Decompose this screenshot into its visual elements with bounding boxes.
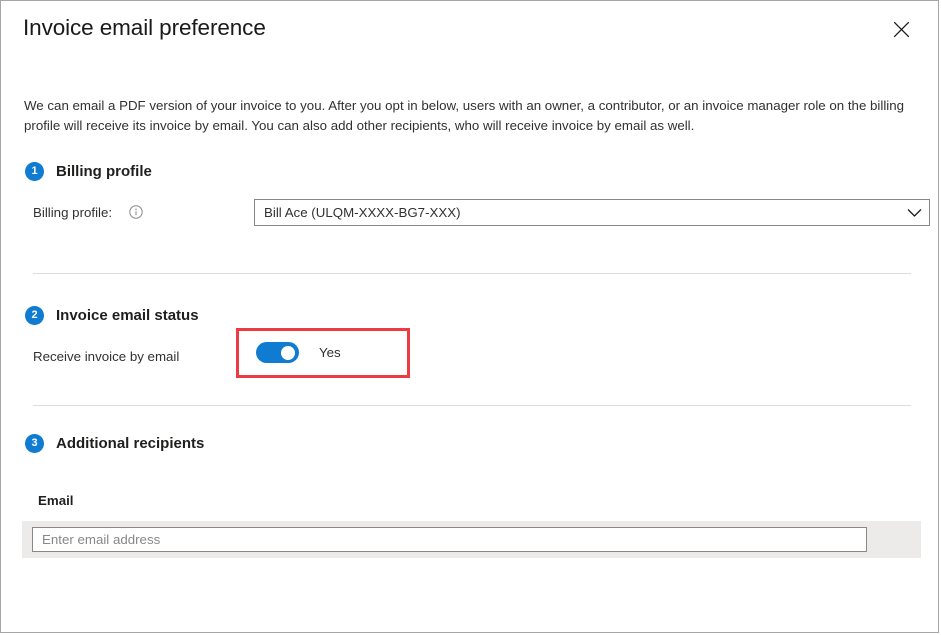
- toggle-switch[interactable]: [256, 342, 299, 363]
- step-title-3: Additional recipients: [56, 435, 204, 452]
- info-icon[interactable]: [129, 205, 143, 219]
- section-divider-1: [33, 273, 911, 274]
- step-title-2: Invoice email status: [56, 307, 199, 324]
- section-heading-additional-recipients: 3 Additional recipients: [25, 434, 204, 453]
- close-icon: [893, 21, 910, 38]
- email-input[interactable]: [32, 527, 867, 552]
- receive-invoice-by-email-label: Receive invoice by email: [33, 349, 179, 364]
- billing-profile-selected-value: Bill Ace (ULQM-XXXX-BG7-XXX): [255, 205, 899, 220]
- receive-invoice-by-email-toggle[interactable]: Yes: [256, 342, 341, 363]
- chevron-down-icon: [899, 208, 929, 218]
- close-button[interactable]: [881, 10, 921, 48]
- dialog-description: We can email a PDF version of your invoi…: [24, 96, 912, 136]
- step-badge-3: 3: [25, 434, 44, 453]
- step-title-1: Billing profile: [56, 163, 152, 180]
- billing-profile-dropdown[interactable]: Bill Ace (ULQM-XXXX-BG7-XXX): [254, 199, 930, 226]
- toggle-knob: [281, 346, 295, 360]
- section-divider-2: [33, 405, 911, 406]
- step-badge-2: 2: [25, 306, 44, 325]
- section-heading-invoice-email-status: 2 Invoice email status: [25, 306, 199, 325]
- invoice-email-preference-dialog: Invoice email preference We can email a …: [0, 0, 939, 633]
- toggle-state-label: Yes: [319, 345, 341, 360]
- section-heading-billing-profile: 1 Billing profile: [25, 162, 152, 181]
- step-badge-1: 1: [25, 162, 44, 181]
- page-title: Invoice email preference: [23, 15, 266, 41]
- billing-profile-label: Billing profile:: [33, 205, 112, 220]
- column-header-email: Email: [38, 493, 73, 508]
